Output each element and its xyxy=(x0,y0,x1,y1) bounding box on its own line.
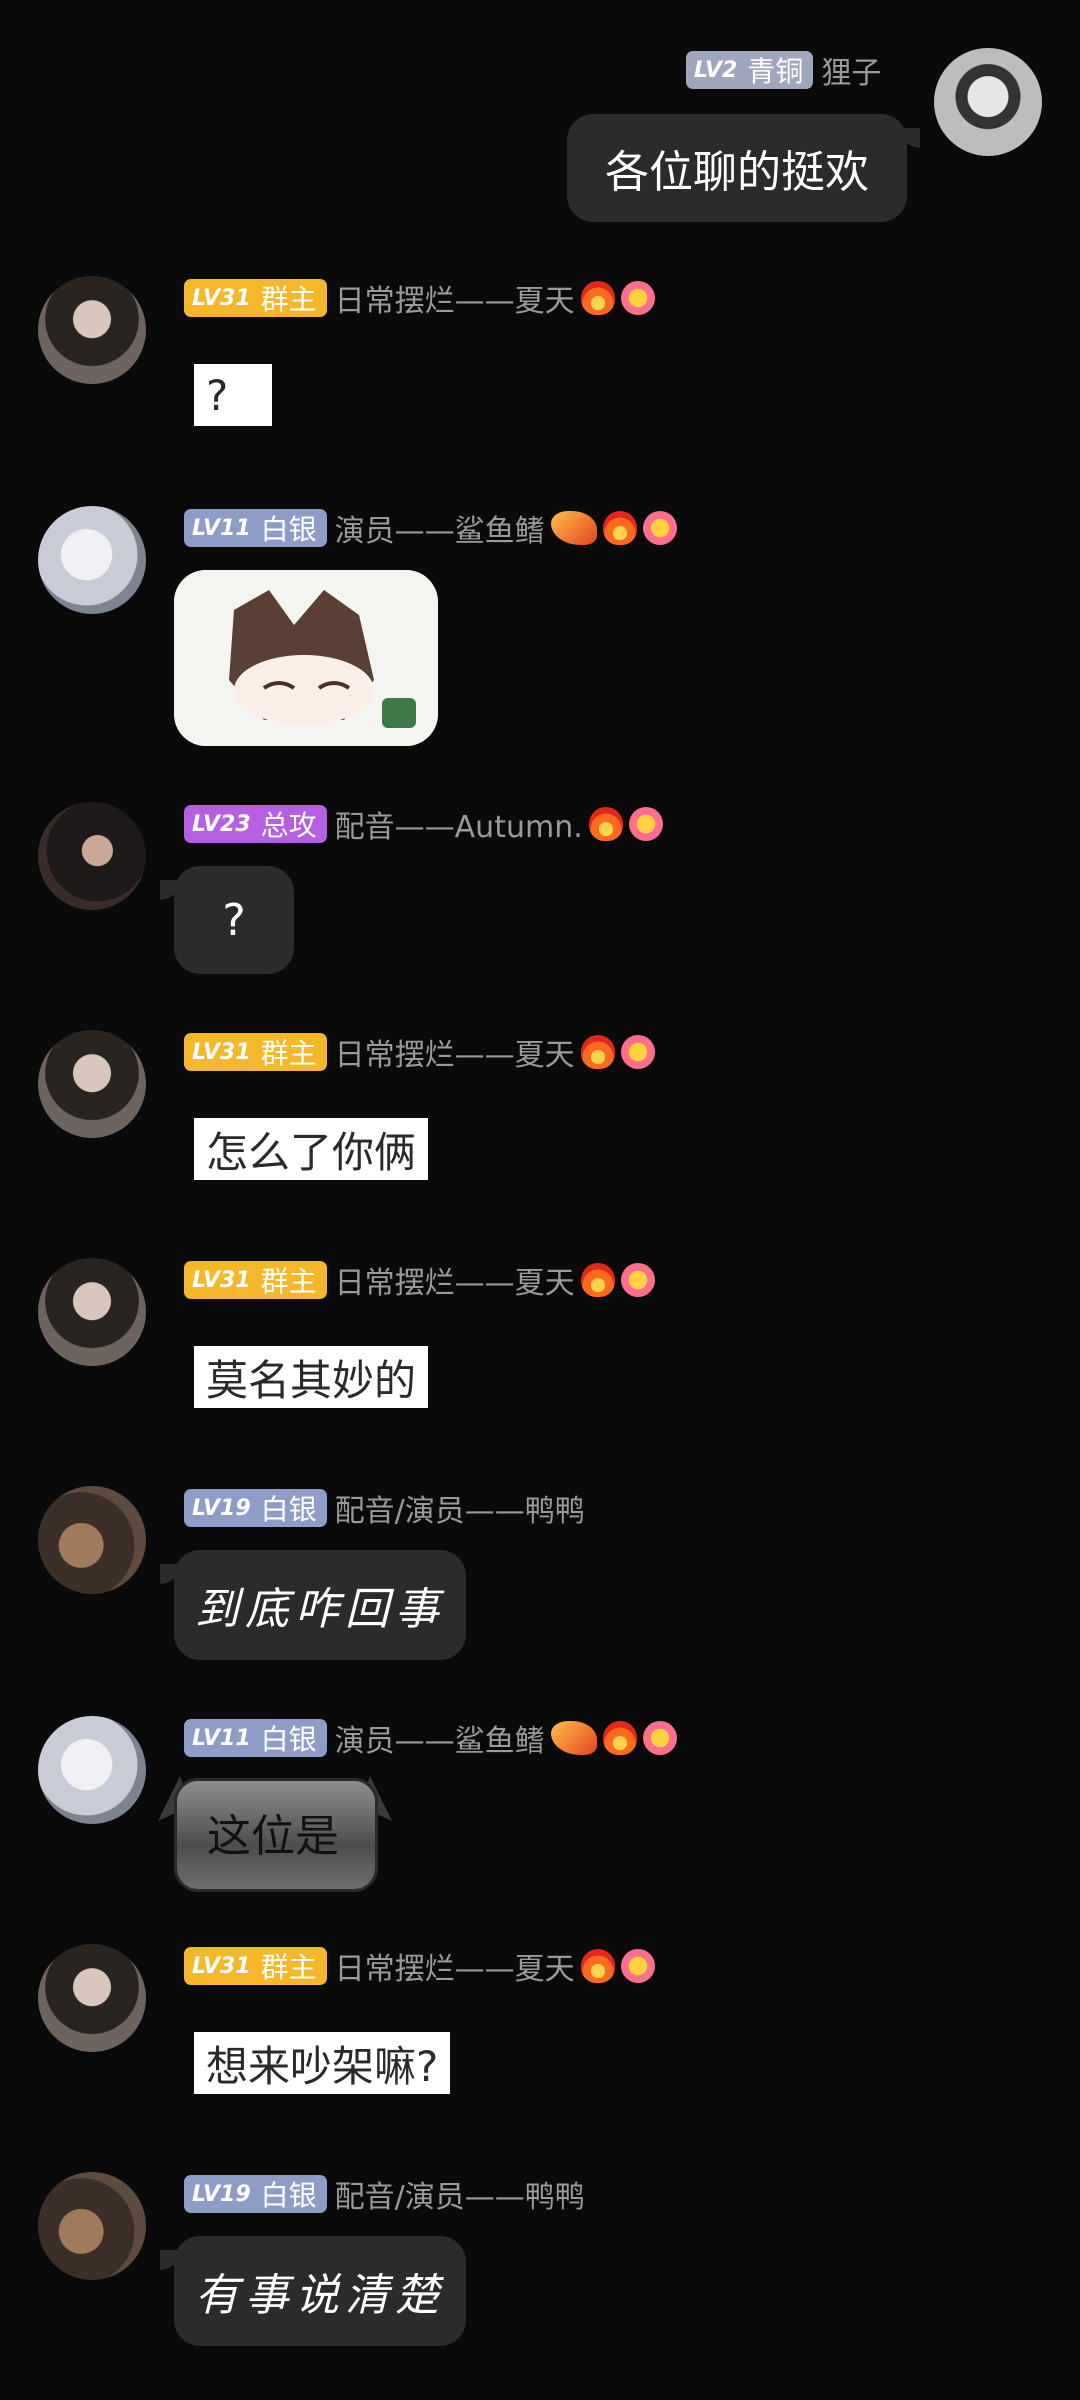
level-badge: LV11 白银 xyxy=(184,509,327,547)
message-bubble[interactable]: 这位是 xyxy=(174,1778,372,1886)
fire-icon xyxy=(588,807,623,841)
avatar[interactable] xyxy=(38,2172,146,2280)
fire-icon xyxy=(602,511,637,545)
sender-name[interactable]: 演员——鲨鱼鳍 xyxy=(335,506,545,550)
message-bubble[interactable]: 怎么了你俩 xyxy=(194,1118,429,1180)
level-badge: LV19 白银 xyxy=(184,2175,327,2213)
avatar[interactable] xyxy=(38,1486,146,1594)
sender-name[interactable]: 日常摆烂——夏天 xyxy=(335,1258,575,1302)
fire-icon xyxy=(580,1949,615,1983)
level-badge: LV11 白银 xyxy=(184,1719,327,1757)
sender-name[interactable]: 日常摆烂——夏天 xyxy=(335,1944,575,1988)
fire-icon xyxy=(602,1721,637,1755)
sender-name[interactable]: 日常摆烂——夏天 xyxy=(335,276,575,320)
level-badge: LV2 青铜 xyxy=(686,51,814,89)
level-badge: LV31 群主 xyxy=(184,1947,327,1985)
sender-name[interactable]: 配音/演员——鸭鸭 xyxy=(335,2172,585,2216)
flower-icon xyxy=(620,1035,655,1069)
sender-name[interactable]: 狸子 xyxy=(821,48,881,92)
avatar[interactable] xyxy=(934,48,1042,156)
flower-icon xyxy=(620,1263,655,1297)
flower-icon xyxy=(642,1721,677,1755)
fire-icon xyxy=(580,281,615,315)
level-badge: LV19 白银 xyxy=(184,1489,327,1527)
level-badge: LV31 群主 xyxy=(184,1033,327,1071)
flower-icon xyxy=(620,1949,655,1983)
anime-sticker[interactable] xyxy=(174,570,438,746)
sender-name[interactable]: 配音——Autumn. xyxy=(335,802,583,846)
message-bubble[interactable]: 莫名其妙的 xyxy=(194,1346,429,1408)
message-bubble[interactable]: ? xyxy=(194,364,272,426)
flower-icon xyxy=(642,511,677,545)
avatar[interactable] xyxy=(38,1258,146,1366)
fire-icon xyxy=(580,1263,615,1297)
message-bubble[interactable]: 有事说清楚 xyxy=(174,2236,466,2346)
sender-name[interactable]: 配音/演员——鸭鸭 xyxy=(335,1486,585,1530)
avatar[interactable] xyxy=(38,1030,146,1138)
level-badge: LV31 群主 xyxy=(184,1261,327,1299)
message-bubble[interactable]: 到底咋回事 xyxy=(174,1550,466,1660)
dragon-icon xyxy=(550,1721,597,1755)
level-badge: LV23 总攻 xyxy=(184,805,327,843)
flower-icon xyxy=(628,807,663,841)
avatar[interactable] xyxy=(38,1944,146,2052)
message-bubble[interactable]: ? xyxy=(174,866,294,974)
sender-name[interactable]: 演员——鲨鱼鳍 xyxy=(335,1716,545,1760)
avatar[interactable] xyxy=(38,802,146,910)
flower-icon xyxy=(620,281,655,315)
fire-icon xyxy=(580,1035,615,1069)
message-bubble[interactable]: 各位聊的挺欢 xyxy=(567,114,907,222)
sender-name[interactable]: 日常摆烂——夏天 xyxy=(335,1030,575,1074)
level-badge: LV31 群主 xyxy=(184,279,327,317)
dragon-icon xyxy=(550,511,597,545)
avatar[interactable] xyxy=(38,506,146,614)
avatar[interactable] xyxy=(38,276,146,384)
avatar[interactable] xyxy=(38,1716,146,1824)
message-bubble[interactable]: 想来吵架嘛? xyxy=(194,2032,451,2094)
